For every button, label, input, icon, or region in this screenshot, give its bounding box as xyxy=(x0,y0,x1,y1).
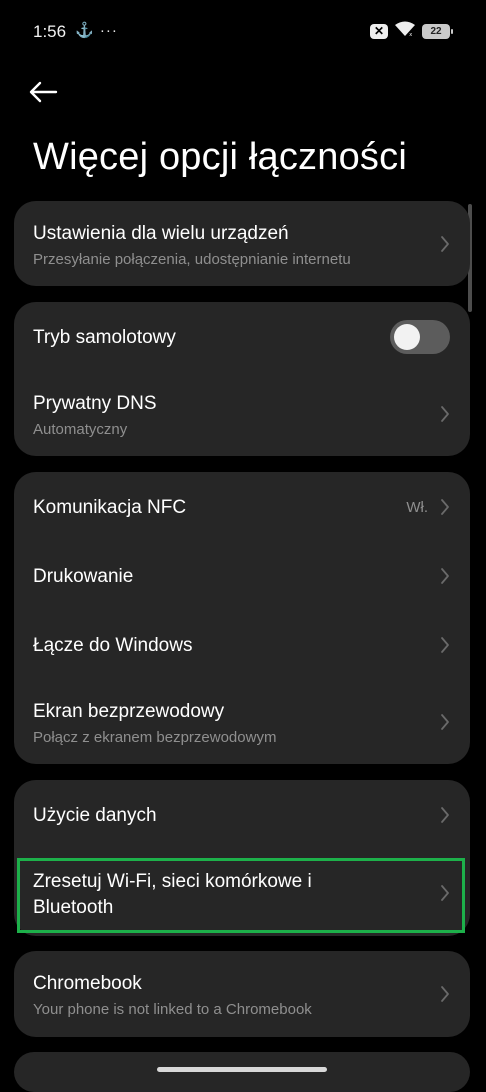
highlight-box xyxy=(17,858,465,933)
chevron-right-icon xyxy=(440,405,450,423)
row-subtitle: Automatyczny xyxy=(33,421,128,438)
back-arrow-icon xyxy=(29,81,58,103)
svg-text:x: x xyxy=(409,32,412,37)
card-next-partial xyxy=(14,1052,470,1092)
card-airplane-dns: Tryb samolotowy Prywatny DNS Automatyczn… xyxy=(14,302,470,456)
chevron-right-icon xyxy=(440,498,450,516)
home-indicator[interactable] xyxy=(157,1067,327,1072)
status-icons: ✕ x 22 xyxy=(370,21,453,42)
row-title: Ekran bezprzewodowy xyxy=(33,701,225,722)
battery-icon: 22 xyxy=(422,23,453,39)
row-title: Użycie danych xyxy=(33,805,157,826)
row-title: Tryb samolotowy xyxy=(33,327,176,348)
chevron-right-icon xyxy=(440,713,450,731)
toggle-knob xyxy=(394,324,420,350)
airplane-mode-item[interactable]: Tryb samolotowy xyxy=(14,302,470,372)
chevron-right-icon xyxy=(440,567,450,585)
row-subtitle: Połącz z ekranem bezprzewodowym xyxy=(33,729,277,746)
row-title: Ustawienia dla wielu urządzeń xyxy=(33,223,289,244)
chromebook-item[interactable]: Chromebook Your phone is not linked to a… xyxy=(14,951,470,1037)
nfc-item[interactable]: Komunikacja NFC Wł. xyxy=(14,472,470,542)
data-usage-item[interactable]: Użycie danych xyxy=(14,780,470,850)
wireless-display-item[interactable]: Ekran bezprzewodowy Połącz z ekranem bez… xyxy=(14,680,470,764)
row-title: Prywatny DNS xyxy=(33,393,157,414)
back-button[interactable] xyxy=(28,74,68,110)
card-connectivity: Komunikacja NFC Wł. Drukowanie Łącze do … xyxy=(14,472,470,764)
multi-device-settings-item[interactable]: Ustawienia dla wielu urządzeń Przesyłani… xyxy=(14,201,470,286)
status-time: 1:56 xyxy=(33,22,67,41)
status-bar: 1:56 ⚓ ··· ✕ x 22 xyxy=(0,0,486,60)
row-title: Chromebook xyxy=(33,973,142,994)
card-multi-device: Ustawienia dla wielu urządzeń Przesyłani… xyxy=(14,201,470,286)
link-to-windows-item[interactable]: Łącze do Windows xyxy=(14,611,470,680)
row-subtitle: Przesyłanie połączenia, udostępnianie in… xyxy=(33,251,351,268)
private-dns-item[interactable]: Prywatny DNS Automatyczny xyxy=(14,372,470,456)
wifi-icon: x xyxy=(394,21,416,42)
chevron-right-icon xyxy=(440,806,450,824)
page-title: Więcej opcji łączności xyxy=(33,136,407,178)
nfc-status-value: Wł. xyxy=(406,499,428,516)
card-chromebook: Chromebook Your phone is not linked to a… xyxy=(14,951,470,1037)
chevron-right-icon xyxy=(440,985,450,1003)
airplane-mode-toggle[interactable] xyxy=(390,320,450,354)
chevron-right-icon xyxy=(440,235,450,253)
row-subtitle: Your phone is not linked to a Chromebook xyxy=(33,1001,312,1018)
row-title: Komunikacja NFC xyxy=(33,497,187,518)
row-title: Drukowanie xyxy=(33,566,134,587)
row-title: Łącze do Windows xyxy=(33,635,193,656)
notification-icons: ⚓ ··· xyxy=(75,22,118,39)
chevron-right-icon xyxy=(440,636,450,654)
printing-item[interactable]: Drukowanie xyxy=(14,542,470,611)
no-sim-icon: ✕ xyxy=(370,23,388,39)
